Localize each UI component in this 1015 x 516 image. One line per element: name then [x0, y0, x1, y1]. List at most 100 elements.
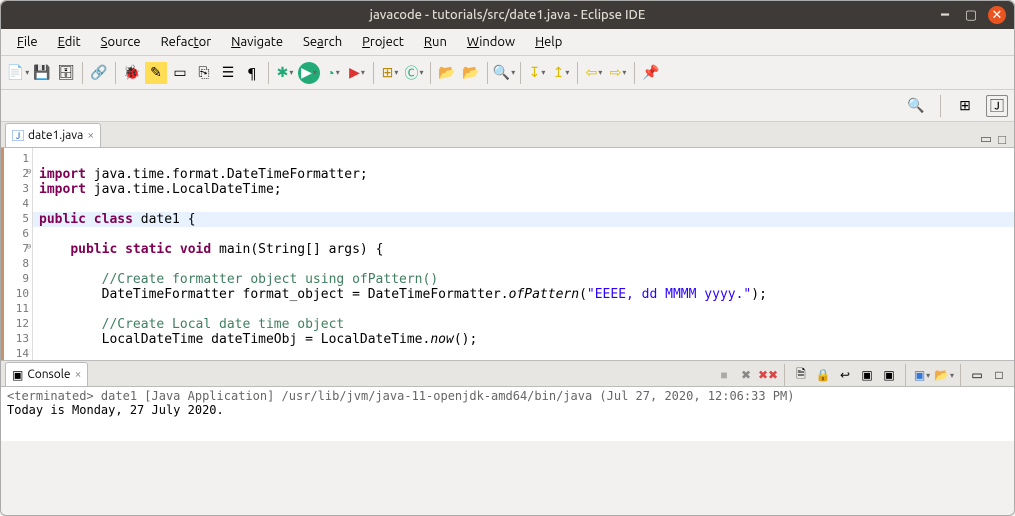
separator [82, 62, 83, 84]
separator [373, 62, 374, 84]
open-task-icon[interactable]: 📂 [460, 62, 482, 84]
menu-navigate[interactable]: Navigate [221, 32, 293, 52]
code-line: //Create formatter object using ofPatter… [33, 272, 1014, 287]
editor-tab[interactable]: 🄹 date1.java × [5, 123, 101, 147]
forward-icon[interactable]: ⇨▾ [607, 62, 629, 84]
java-perspective-icon[interactable]: 🄹 [986, 95, 1008, 117]
console-tab[interactable]: ▣ Console × [5, 362, 88, 386]
separator [520, 62, 521, 84]
editor-area: 🄹 date1.java × ▭ □ 1 2⊖ 3 4 5 6 7⊖ 8 9 1… [1, 122, 1014, 360]
quick-access-icon[interactable]: 🔍 [905, 95, 927, 117]
console-tab-bar: ▣ Console × ■ ✖ ✖✖ 🗎 🔒 ↩ ▣ ▣ ▣▾ 📂▾ ▭ □ [1, 361, 1014, 387]
open-console-icon[interactable]: 📂▾ [935, 366, 953, 384]
show-on-error-icon[interactable]: ▣ [880, 366, 898, 384]
menu-search[interactable]: Search [293, 32, 352, 52]
code-line: //Create Local date time object [33, 317, 1014, 332]
new-class-icon[interactable]: Ⓒ▾ [403, 62, 425, 84]
menu-run[interactable]: Run [414, 32, 457, 52]
save-icon[interactable]: 💾 [31, 62, 53, 84]
code-line [33, 152, 1014, 167]
console-min-icon[interactable]: ▭ [968, 366, 986, 384]
separator [577, 62, 578, 84]
show-on-output-icon[interactable]: ▣ [858, 366, 876, 384]
scroll-lock-icon[interactable]: 🔒 [814, 366, 832, 384]
separator [430, 62, 431, 84]
prev-annot-icon[interactable]: ↥▾ [550, 62, 572, 84]
clear-console-icon[interactable]: 🗎 [792, 366, 810, 384]
pin-icon[interactable]: 📌 [640, 62, 662, 84]
code-editor[interactable]: 1 2⊖ 3 4 5 6 7⊖ 8 9 10 11 12 13 14 impor… [1, 148, 1014, 360]
new-package-icon[interactable]: ⊞▾ [379, 62, 401, 84]
separator [487, 62, 488, 84]
separator [940, 95, 941, 117]
main-toolbar: 📄▾ 💾 🗄 🔗 🐞 ✎ ▭ ⎘ ☰ ¶ ✱▾ ▶▾ ◔▾ ▶▾ ⊞▾ Ⓒ▾ 📂… [1, 56, 1014, 90]
menu-edit[interactable]: Edit [48, 32, 91, 52]
console-toolbar: ■ ✖ ✖✖ 🗎 🔒 ↩ ▣ ▣ ▣▾ 📂▾ ▭ □ [715, 364, 1014, 386]
link-icon[interactable]: 🔗 [88, 62, 110, 84]
window-title: javacode - tutorials/src/date1.java - Ec… [1, 8, 1014, 22]
remove-all-icon[interactable]: ✖✖ [759, 366, 777, 384]
console-max-icon[interactable]: □ [990, 366, 1008, 384]
code-line: import java.time.LocalDateTime; [33, 182, 1014, 197]
menu-bar: File Edit Source Refactor Navigate Searc… [1, 29, 1014, 56]
menu-source[interactable]: Source [91, 32, 151, 52]
menu-file[interactable]: File [7, 32, 48, 52]
separator [960, 364, 961, 386]
terminate-icon[interactable]: ■ [715, 366, 733, 384]
console-output[interactable]: <terminated> date1 [Java Application] /u… [1, 387, 1014, 441]
code-line [33, 197, 1014, 212]
line-gutter: 1 2⊖ 3 4 5 6 7⊖ 8 9 10 11 12 13 14 [1, 148, 33, 360]
show-view-icon[interactable]: ☰ [217, 62, 239, 84]
code-line: LocalDateTime dateTimeObj = LocalDateTim… [33, 332, 1014, 347]
tab-close-icon[interactable]: × [87, 129, 94, 142]
search2-icon[interactable]: 🔍▾ [493, 62, 515, 84]
back-icon[interactable]: ⇦▾ [583, 62, 605, 84]
code-line [33, 257, 1014, 272]
code-body[interactable]: import java.time.format.DateTimeFormatte… [33, 148, 1014, 360]
maximize-view-icon[interactable]: □ [998, 132, 1006, 147]
menu-project[interactable]: Project [352, 32, 414, 52]
debug-icon[interactable]: 🐞 [121, 62, 143, 84]
code-line [33, 302, 1014, 317]
remove-launch-icon[interactable]: ✖ [737, 366, 755, 384]
console-icon: ▣ [12, 368, 23, 382]
minimize-view-icon[interactable]: ▭ [980, 132, 992, 147]
code-line [33, 347, 1014, 360]
console-header: <terminated> date1 [Java Application] /u… [7, 389, 1008, 403]
menu-help[interactable]: Help [525, 32, 572, 52]
block-sel-icon[interactable]: ▭ [169, 62, 191, 84]
show-ws-icon[interactable]: ⎘ [193, 62, 215, 84]
menu-refactor[interactable]: Refactor [151, 32, 222, 52]
console-area: ▣ Console × ■ ✖ ✖✖ 🗎 🔒 ↩ ▣ ▣ ▣▾ 📂▾ ▭ □ <… [1, 360, 1014, 441]
console-text: Today is Monday, 27 July 2020. [7, 403, 1008, 417]
console-tab-close-icon[interactable]: × [75, 368, 82, 381]
tab-label: date1.java [28, 129, 83, 142]
save-all-icon[interactable]: 🗄 [55, 62, 77, 84]
next-annot-icon[interactable]: ↧▾ [526, 62, 548, 84]
code-line: DateTimeFormatter format_object = DateTi… [33, 287, 1014, 302]
secondary-toolbar: 🔍 ⊞ 🄹 [1, 90, 1014, 122]
code-line: import java.time.format.DateTimeFormatte… [33, 167, 1014, 182]
run-icon[interactable]: ▶▾ [298, 62, 320, 84]
separator [634, 62, 635, 84]
separator [268, 62, 269, 84]
toggle-mark-icon[interactable]: ✎ [145, 62, 167, 84]
new-icon[interactable]: 📄▾ [7, 62, 29, 84]
java-file-icon: 🄹 [12, 127, 24, 144]
editor-tab-bar: 🄹 date1.java × ▭ □ [1, 122, 1014, 148]
separator [784, 364, 785, 386]
menu-window[interactable]: Window [457, 32, 525, 52]
title-bar: javacode - tutorials/src/date1.java - Ec… [1, 1, 1014, 29]
pilcrow-icon[interactable]: ¶ [241, 62, 263, 84]
word-wrap-icon[interactable]: ↩ [836, 366, 854, 384]
open-type-icon[interactable]: 📂 [436, 62, 458, 84]
separator [115, 62, 116, 84]
display-console-icon[interactable]: ▣▾ [913, 366, 931, 384]
ext-tools-icon[interactable]: ▶▾ [346, 62, 368, 84]
open-perspective-icon[interactable]: ⊞ [954, 95, 976, 117]
console-tab-label: Console [27, 368, 70, 381]
coverage-icon[interactable]: ◔▾ [322, 62, 344, 84]
debug-run-icon[interactable]: ✱▾ [274, 62, 296, 84]
code-line [33, 227, 1014, 242]
code-line: public static void main(String[] args) { [33, 242, 1014, 257]
